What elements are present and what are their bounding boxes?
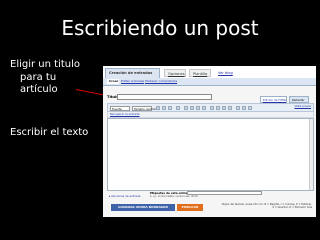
save-draft-button[interactable]: GUARDAR AHORA BORRADOR [111,204,175,211]
numbered-list-icon[interactable] [210,106,214,110]
editor-toolbar: Edición de HTML Redactar Fuente Tamaño n… [107,96,314,112]
bold-icon[interactable] [156,106,160,110]
view-blog-link[interactable]: Ver blog [215,69,235,77]
subtab-edit-posts[interactable]: Editar entradas [121,79,144,84]
tab-posting[interactable]: Creación de entradas [105,68,160,78]
labels-input[interactable] [187,191,262,195]
keyboard-shortcuts-hint: Atajos del teclado: pulse Ctrl con: B = … [221,203,312,210]
publish-button[interactable]: PUBLICAR [177,204,203,211]
post-body-editor[interactable] [107,118,314,191]
align-center-icon[interactable] [190,106,194,110]
blogger-editor-screenshot: Creación de entradas Opciones Plantilla … [103,66,316,217]
justify-icon[interactable] [202,106,206,110]
recover-post-link[interactable]: Recuperar la entrada [110,112,140,117]
post-title-input[interactable] [117,94,212,100]
text-color-icon[interactable] [168,106,172,110]
font-size-select[interactable]: Tamaño normal [132,105,156,111]
action-buttons: GUARDAR AHORA BORRADOR PUBLICAR Atajos d… [107,202,316,214]
tab-settings[interactable]: Opciones [164,69,186,77]
subtab-moderate-comments[interactable]: Moderar comentarios [145,79,177,84]
align-left-icon[interactable] [184,106,188,110]
clear-format-icon[interactable] [248,106,252,110]
labels-example: p. ej., motocicletas, vacaciones, otoño [150,195,199,198]
quote-icon[interactable] [222,106,226,110]
slide-title: Escribiendo un post [61,16,259,40]
editor-scrollbar[interactable] [309,119,313,190]
bullet-list-icon[interactable] [216,106,220,110]
image-icon[interactable] [236,106,240,110]
labels-row: Etiquetas de esta entrada: p. ej., motoc… [107,191,314,200]
tab-template[interactable]: Plantilla [189,69,211,77]
tab-compose[interactable]: Redactar [289,96,309,103]
align-right-icon[interactable] [196,106,200,110]
tab-edit-html[interactable]: Edición de HTML [260,96,287,103]
preview-link[interactable]: Vista previa [294,104,311,108]
link-icon[interactable] [176,106,180,110]
video-icon[interactable] [242,106,246,110]
text-instruction-label: Escribir el texto [10,127,89,138]
spellcheck-icon[interactable] [228,106,232,110]
sub-tabs: Crear Editar entradas Moderar comentario… [103,78,316,86]
font-select[interactable]: Fuente [110,105,130,111]
subtab-create[interactable]: Crear [107,79,119,84]
italic-icon[interactable] [162,106,166,110]
